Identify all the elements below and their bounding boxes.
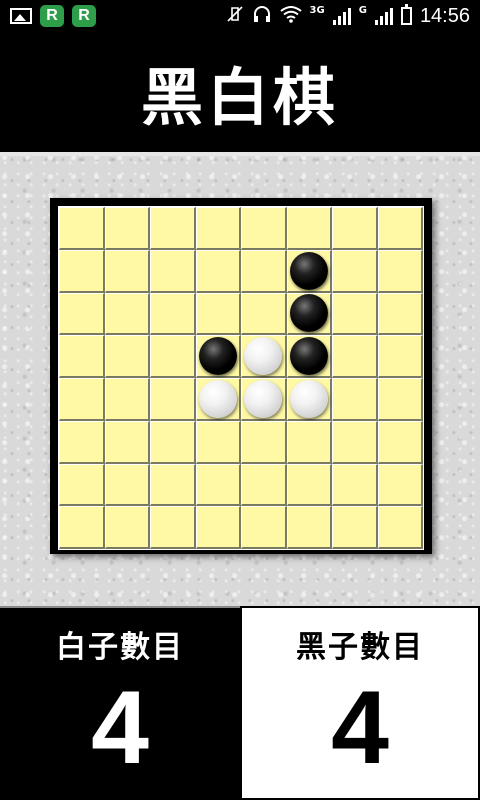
board-cell[interactable]: [286, 335, 332, 378]
board-cell[interactable]: [332, 249, 378, 293]
black-stone: [289, 337, 328, 376]
board-cell[interactable]: [150, 420, 196, 464]
white-count-value: 4: [91, 670, 149, 786]
board-cell[interactable]: [104, 249, 150, 293]
board-cell[interactable]: [150, 335, 196, 378]
board-cell[interactable]: [286, 207, 332, 250]
board-cell[interactable]: [59, 420, 105, 464]
board-cell[interactable]: [286, 506, 332, 549]
board-cell[interactable]: [59, 249, 105, 293]
white-stone: [198, 379, 237, 418]
board-cell[interactable]: [195, 335, 241, 378]
board-cell[interactable]: [104, 378, 150, 421]
board-cell[interactable]: [286, 292, 332, 336]
white-stone: [244, 337, 283, 376]
board-cell[interactable]: [59, 335, 105, 378]
black-score-panel: 黑子數目 4: [240, 606, 480, 800]
board-cell[interactable]: [150, 292, 196, 336]
mute-vibrate-icon: [226, 5, 244, 27]
board-cell[interactable]: [332, 207, 378, 250]
board-cell[interactable]: [104, 292, 150, 336]
board-cell[interactable]: [241, 463, 287, 507]
board-cell[interactable]: [150, 378, 196, 421]
board-cell[interactable]: [241, 378, 287, 421]
board-cell[interactable]: [150, 506, 196, 549]
white-score-panel: 白子數目 4: [0, 606, 240, 800]
black-count-value: 4: [331, 670, 389, 786]
board-cell[interactable]: [286, 378, 332, 421]
page-title: 黑白棋: [140, 61, 339, 134]
system-icons: 3G G 14:56: [226, 4, 480, 28]
white-stone: [244, 379, 283, 418]
battery-icon: [400, 4, 412, 25]
wifi-icon: [279, 5, 302, 27]
board-cell[interactable]: [104, 420, 150, 464]
board-cell[interactable]: [286, 420, 332, 464]
board-cell[interactable]: [150, 249, 196, 293]
board-cell[interactable]: [332, 335, 378, 378]
board-cell[interactable]: [377, 378, 423, 421]
board-cell[interactable]: [377, 292, 423, 336]
board-cell[interactable]: [195, 506, 241, 549]
board-cell[interactable]: [104, 335, 150, 378]
board-cell[interactable]: [59, 463, 105, 507]
app-r-icon: R: [40, 5, 64, 27]
score-area: 白子數目 4 黑子數目 4: [0, 606, 480, 800]
board-cell[interactable]: [195, 207, 241, 250]
board-frame: [50, 198, 432, 554]
board-cell[interactable]: [377, 506, 423, 549]
headphones-icon: [252, 5, 272, 27]
board-cell[interactable]: [241, 335, 287, 378]
board-cell[interactable]: [195, 463, 241, 507]
board-cell[interactable]: [195, 292, 241, 336]
board-cell[interactable]: [377, 249, 423, 293]
black-stone: [289, 294, 328, 333]
board-cell[interactable]: [150, 207, 196, 250]
white-count-label: 白子數目: [56, 630, 184, 665]
board-cell[interactable]: [332, 378, 378, 421]
board-cell[interactable]: [150, 463, 196, 507]
board-cell[interactable]: [241, 420, 287, 464]
board-cell[interactable]: [241, 292, 287, 336]
signal-icon: [332, 7, 351, 25]
signal-icon: [374, 7, 393, 25]
board-cell[interactable]: [195, 378, 241, 421]
app-r-icon: R: [72, 5, 96, 27]
board-cell[interactable]: [241, 207, 287, 250]
white-stone: [289, 379, 328, 418]
status-bar: R R 3G G 14:56: [0, 0, 480, 32]
board-cell[interactable]: [377, 207, 423, 250]
board-cell[interactable]: [59, 378, 105, 421]
network-type-label: 3G: [309, 4, 325, 16]
board-cell[interactable]: [59, 506, 105, 549]
black-stone: [198, 337, 237, 376]
board-cell[interactable]: [332, 506, 378, 549]
board-cell[interactable]: [104, 463, 150, 507]
board-cell[interactable]: [241, 506, 287, 549]
board-cell[interactable]: [332, 420, 378, 464]
board-cell[interactable]: [104, 506, 150, 549]
notification-icons: R R: [0, 5, 96, 27]
board-cell[interactable]: [332, 292, 378, 336]
board-cell[interactable]: [195, 249, 241, 293]
board-cell[interactable]: [377, 420, 423, 464]
board-cell[interactable]: [241, 249, 287, 293]
board-cell[interactable]: [286, 249, 332, 293]
board-cell[interactable]: [332, 463, 378, 507]
board-cell[interactable]: [59, 292, 105, 336]
board-cell[interactable]: [286, 463, 332, 507]
board-cell[interactable]: [104, 207, 150, 250]
black-stone: [289, 251, 328, 290]
clock: 14:56: [419, 4, 470, 27]
title-bar: 黑白棋: [0, 32, 480, 156]
black-count-label: 黑子數目: [296, 630, 424, 665]
board-cell[interactable]: [195, 420, 241, 464]
network-type-label: G: [358, 4, 367, 16]
board-cell[interactable]: [59, 207, 105, 250]
game-board[interactable]: [58, 206, 424, 550]
board-cell[interactable]: [377, 335, 423, 378]
gallery-icon: [10, 8, 32, 24]
board-cell[interactable]: [377, 463, 423, 507]
